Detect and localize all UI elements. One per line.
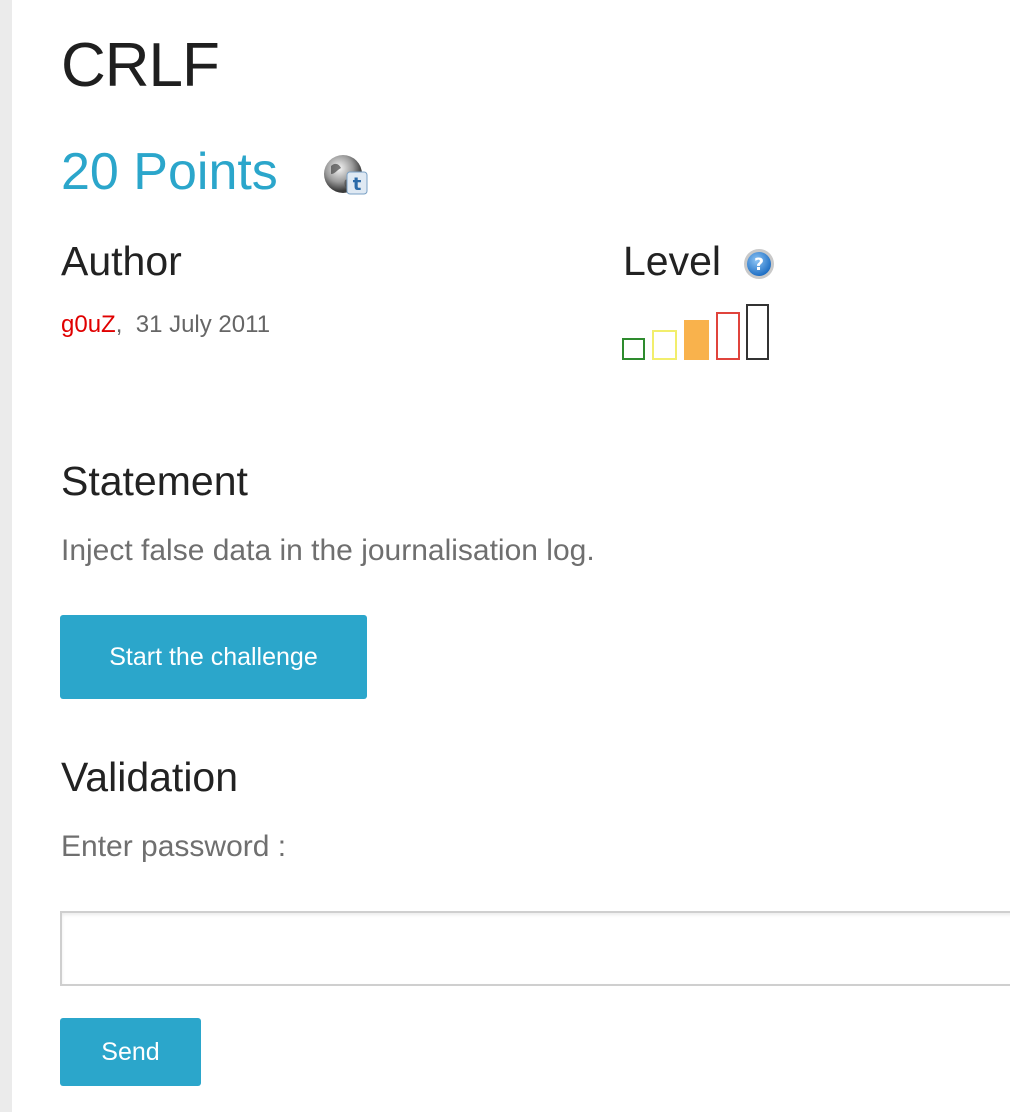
challenge-title: CRLF	[61, 31, 220, 100]
left-rail	[0, 0, 12, 1112]
author-name-link[interactable]: g0uZ	[61, 311, 116, 338]
author-heading: Author	[61, 238, 182, 284]
twitter-share-icon[interactable]: t	[323, 152, 369, 198]
level-bar-4	[716, 312, 740, 360]
level-bar-1	[622, 338, 645, 360]
send-button[interactable]: Send	[60, 1018, 201, 1086]
statement-heading: Statement	[61, 458, 248, 504]
validation-heading: Validation	[61, 754, 239, 800]
author-date: 31 July 2011	[135, 311, 271, 338]
password-input[interactable]	[60, 911, 1010, 986]
level-bar-3	[684, 320, 709, 360]
author-separator: ,	[115, 311, 123, 338]
svg-text:t: t	[353, 174, 362, 195]
start-challenge-button[interactable]: Start the challenge	[60, 615, 367, 699]
level-bar-2	[652, 330, 677, 360]
level-bar-5	[746, 304, 769, 360]
level-indicator	[622, 304, 772, 364]
author-line: g0uZ, 31 July 2011	[61, 310, 270, 340]
challenge-points: 20 Points	[61, 143, 278, 201]
password-label: Enter password :	[61, 830, 287, 863]
svg-text:?: ?	[754, 255, 764, 275]
help-question-icon[interactable]: ?	[743, 248, 775, 280]
level-heading: Level	[623, 238, 722, 284]
statement-text: Inject false data in the journalisation …	[61, 534, 595, 567]
